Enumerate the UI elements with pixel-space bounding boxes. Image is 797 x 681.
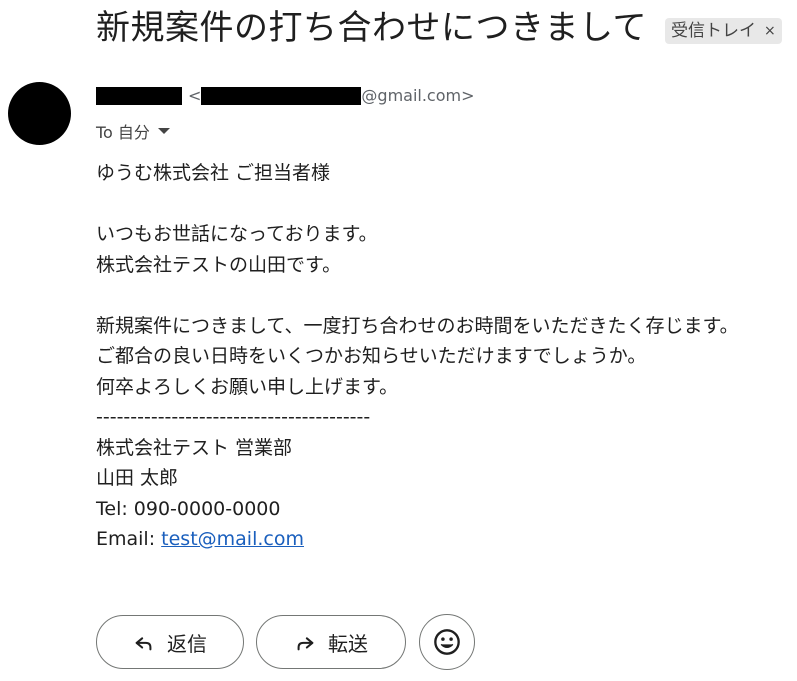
email-prefix: Email: [96,528,162,550]
subject-row: 新規案件の打ち合わせにつきまして 受信トレイ × [96,4,782,52]
sender-row: < @gmail.com> [96,86,475,105]
smiley-icon [434,629,460,655]
body-line: 株式会社テストの山田です。 [96,253,342,276]
redacted-sender-email [201,86,362,105]
recipient-label: To 自分 [96,123,150,142]
reply-label: 返信 [167,631,207,656]
email-bracket-open: < [188,86,202,105]
email-link[interactable]: test@mail.com [161,528,304,550]
redacted-sender-name [96,86,182,105]
body-line: ゆうむ株式会社 ご担当者様 [96,162,331,184]
body-line: いつもお世話になっております。 [96,223,378,245]
body-blank-line [96,280,739,311]
forward-icon [297,637,314,651]
signature-company: 株式会社テスト 営業部 [96,436,293,459]
label-text: 受信トレイ [670,21,756,41]
reply-icon [135,637,152,651]
body-line: 新規案件につきまして、一度打ち合わせのお時間をいただきたく存じます。 [96,314,739,337]
reply-button[interactable]: 返信 [96,615,244,669]
body-line: ご都合の良い日時をいくつかお知らせいただけますでしょうか。 [96,345,647,367]
signature-tel: Tel: 090-0000-0000 [96,497,281,520]
recipient-row[interactable]: To 自分 [96,119,170,143]
chevron-down-icon[interactable] [157,128,170,134]
forward-label: 転送 [328,631,368,656]
signature-divider: ---------------------------------------- [96,406,371,428]
email-subject: 新規案件の打ち合わせにつきまして [96,8,647,48]
body-line: 何卒よろしくお願い申し上げます。 [96,375,399,398]
inbox-label-chip[interactable]: 受信トレイ × [664,18,782,44]
action-bar: 返信 転送 [96,614,475,670]
emoji-reaction-button[interactable] [419,614,475,670]
email-body: ゆうむ株式会社 ご担当者様 いつもお世話になっております。 株式会社テストの山田… [96,158,739,555]
signature-email: Email: test@mail.com [96,524,739,555]
signature-name: 山田 太郎 [96,467,179,489]
body-blank-line [96,189,739,220]
sender-email-domain: @gmail.com> [361,86,475,105]
remove-label-icon[interactable]: × [764,18,776,44]
sender-avatar[interactable] [8,82,71,145]
forward-button[interactable]: 転送 [256,615,406,669]
